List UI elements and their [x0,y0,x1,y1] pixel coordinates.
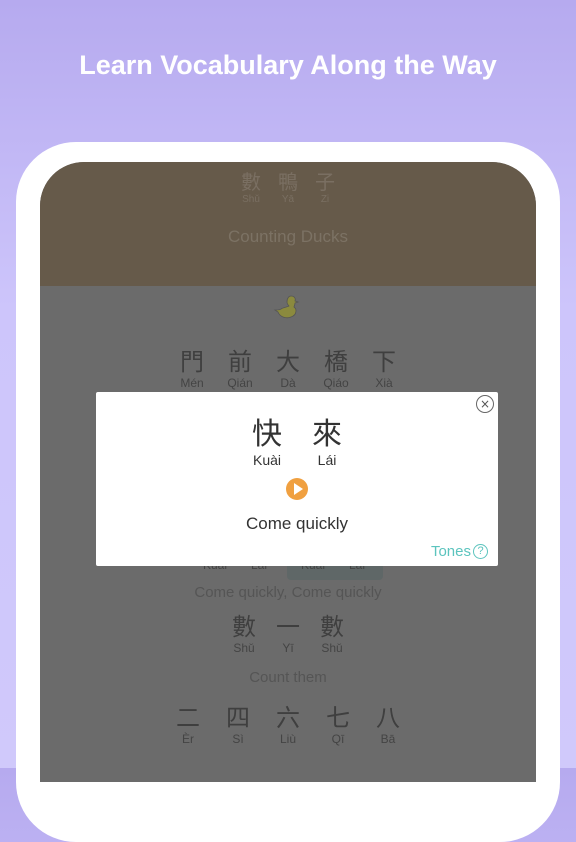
pinyin: Liù [279,732,296,746]
hanzi: 七 [326,704,350,732]
hanzi: 橋 [324,348,348,376]
word[interactable]: 數 Shǔ [222,613,266,655]
pinyin: Yī [282,641,294,655]
hanzi: 數 [320,613,344,641]
hanzi: 大 [276,348,300,376]
word[interactable]: 七 Qī [313,704,363,746]
hanzi: 快 [252,417,282,452]
hanzi: 八 [376,704,400,732]
pinyin: Kuài [252,452,282,468]
pinyin: Qiáo [323,376,349,390]
popup-translation: Come quickly [245,514,349,533]
lyric-line: 數 Shǔ 一 Yī 數 Shǔ [40,613,536,655]
pinyin: Qián [227,376,253,390]
word[interactable]: 橋 Qiáo [312,348,360,390]
popup-word: 快 Kuài [245,417,289,469]
pinyin: Lái [317,452,337,468]
word[interactable]: 數 Shǔ [310,613,354,655]
pinyin: Dà [280,376,296,390]
pinyin: Mén [180,376,204,390]
play-audio-button[interactable] [286,478,308,500]
title-char: 數 Shǔ [233,170,270,205]
song-title: Counting Ducks [227,227,348,246]
hanzi: 前 [228,348,252,376]
pinyin: Sì [232,732,244,746]
hanzi: 來 [312,417,342,452]
word[interactable]: 門 Mén [168,348,216,390]
popup-word: 來 Lái [305,417,349,469]
duck-icon [40,292,536,324]
pinyin: Zi [320,194,330,205]
word[interactable]: 六 Liù [263,704,313,746]
pinyin: Qī [331,732,345,746]
hanzi: 下 [372,348,396,376]
hanzi: 數 [241,170,261,194]
pinyin: Èr [182,732,194,746]
hanzi: 子 [315,170,335,194]
pinyin: Bā [380,732,396,746]
pinyin: Shǔ [233,641,255,655]
word[interactable]: 二 Èr [163,704,213,746]
line-translation: Come quickly, Come quickly [194,584,382,601]
pinyin: Shǔ [242,194,260,205]
lyric-line: 門 Mén 前 Qián 大 Dà 橋 Qiáo 下 Xià [40,348,536,390]
title-char: 子 Zi [307,170,344,205]
song-header: 數 Shǔ 鴨 Yā 子 Zi Counting Ducks [40,162,536,286]
lyric-line: 二 Èr 四 Sì 六 Liù 七 Qī 八 Bā [40,704,536,746]
pinyin: Shǔ [321,641,343,655]
word[interactable]: 下 Xià [360,348,408,390]
hanzi: 數 [232,613,256,641]
tones-help-link[interactable]: Tones? [431,543,488,560]
word[interactable]: 大 Dà [264,348,312,390]
line-translation: Count them [249,669,327,686]
word-popup: × 快 Kuài 來 Lái Come quickly Tones? [96,392,498,566]
word[interactable]: 四 Sì [213,704,263,746]
hanzi: 門 [180,348,204,376]
close-icon[interactable]: × [476,395,494,413]
hanzi: 四 [226,704,250,732]
hanzi: 一 [276,613,300,641]
hanzi: 六 [276,704,300,732]
pinyin: Yā [281,194,295,205]
hanzi: 二 [176,704,200,732]
headline: Learn Vocabulary Along the Way [79,50,497,80]
word[interactable]: 一 Yī [266,613,310,655]
question-circle-icon: ? [473,544,488,559]
word[interactable]: 前 Qián [216,348,264,390]
pinyin: Xià [375,376,393,390]
title-char: 鴨 Yā [270,170,307,205]
hanzi: 鴨 [278,170,298,194]
tones-label: Tones [430,543,471,560]
word[interactable]: 八 Bā [363,704,413,746]
